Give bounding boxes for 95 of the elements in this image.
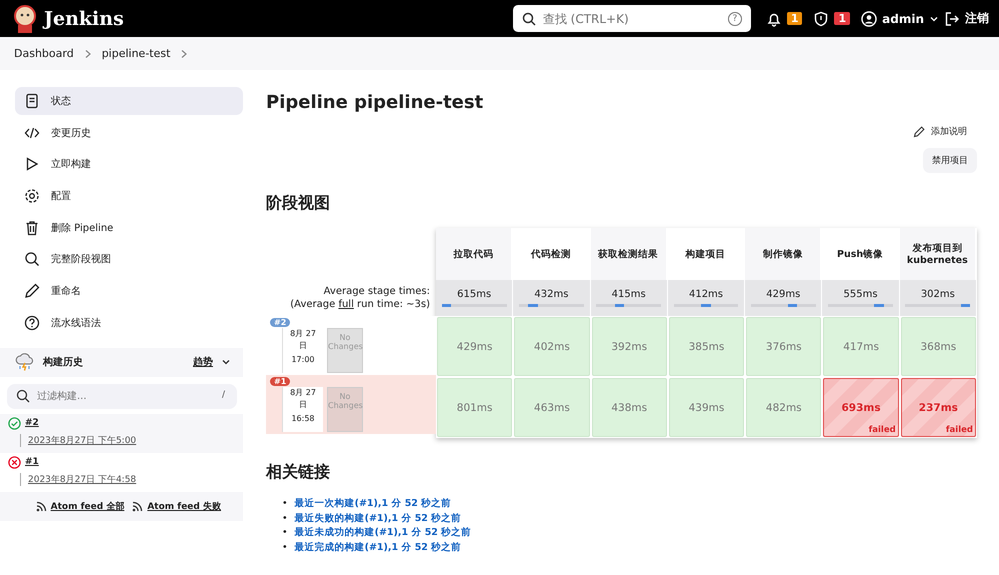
related-link[interactable]: 最近一次构建(#1),1 分 52 秒之前 [294, 497, 452, 512]
sidebar-item[interactable]: 配置 [15, 182, 243, 210]
changes-box: No Changes [327, 387, 363, 432]
logout-icon [944, 10, 960, 26]
stage-result-cell[interactable]: 429ms [437, 317, 512, 376]
run-number-badge[interactable]: #1 [270, 377, 290, 386]
sidebar-item[interactable]: 状态 [15, 87, 243, 115]
stage-result-cell[interactable]: 438ms [592, 378, 667, 437]
stage-header: 制作镜像 [745, 228, 822, 280]
brand-name[interactable]: Jenkins [44, 8, 124, 30]
security-count: 1 [834, 12, 850, 25]
logout-link[interactable]: 注销 [965, 10, 989, 27]
notification-count: 1 [786, 12, 802, 25]
bullet: • [282, 526, 288, 540]
stage-average-cell: 302ms [900, 280, 977, 316]
stage-result-cell[interactable]: 801ms [437, 378, 512, 437]
run-date: 日 [299, 340, 307, 351]
page-title: Pipeline pipeline-test [266, 92, 484, 113]
stage-average-cell: 415ms [590, 280, 668, 316]
sidebar-item[interactable]: 变更历史 [15, 118, 243, 147]
run-time: 17:00 [291, 355, 315, 364]
build-number-link[interactable]: #1 [25, 457, 39, 468]
bullet: • [282, 497, 288, 511]
build-date-link[interactable]: 2023年8月27日 下午5:00 [20, 434, 136, 447]
sidebar-item[interactable]: 流水线语法 [15, 308, 243, 337]
stage-result-cell[interactable]: 463ms [514, 378, 590, 437]
user-menu[interactable]: admin [882, 12, 924, 26]
stage-average-cell: 412ms [668, 280, 746, 316]
sidebar-item[interactable]: 完整阶段视图 [15, 245, 243, 274]
stage-result-cell[interactable]: 402ms [514, 317, 590, 376]
stage-average-cell: 615ms [436, 280, 514, 316]
stage-result-cell[interactable]: 439ms [668, 378, 744, 437]
stage-header: 发布项目到 kubernetes [900, 228, 977, 280]
section-title: 阶段视图 [266, 193, 331, 214]
stage-result-cell[interactable]: 376ms [746, 317, 822, 376]
breadcrumb-link[interactable]: Dashboard [14, 47, 74, 60]
pencil-icon [24, 283, 40, 300]
stage-result-cell[interactable]: 385ms [668, 317, 744, 376]
build-number-link[interactable]: #2 [25, 418, 39, 428]
stage-result-cell[interactable]: 368ms [900, 317, 976, 376]
build-date-link[interactable]: 2023年8月27日 下午4:58 [20, 472, 136, 486]
chevron-right-icon [84, 48, 92, 58]
related-link[interactable]: 最近完成的构建(#1),1 分 52 秒之前 [294, 540, 462, 555]
search-icon [522, 12, 536, 26]
settings-icon [24, 188, 40, 204]
changes-box: No Changes [327, 328, 363, 373]
build-entry[interactable]: #2 2023年8月27日 下午5:00 [0, 414, 243, 453]
failed-tag: failed [868, 425, 896, 435]
run-date: 8月 27 [290, 387, 316, 398]
user-icon [861, 10, 878, 26]
stage-average-cell: 432ms [513, 280, 591, 316]
help-icon[interactable]: ? [728, 12, 742, 26]
shield-icon[interactable] [813, 10, 830, 26]
document-icon [24, 93, 40, 109]
help-icon [24, 314, 40, 331]
cloud-lightning-icon [15, 353, 35, 372]
build-history-title: 构建历史 [43, 356, 84, 370]
stage-result-cell[interactable]: 482ms [746, 378, 822, 437]
section-title: 相关链接 [266, 462, 331, 483]
average-stage-times-label: Average stage times: [324, 286, 430, 297]
average-run-time-label: (Average full run time: ~3s) [290, 299, 430, 310]
sidebar-item[interactable]: 删除 Pipeline [15, 214, 243, 242]
build-entry[interactable]: #1 2023年8月27日 下午4:58 [0, 452, 243, 492]
bullet: • [282, 512, 288, 526]
stage-header: 获取检测结果 [590, 228, 668, 280]
stage-result-cell[interactable]: 392ms [592, 317, 667, 376]
butler-logo-icon[interactable] [12, 4, 38, 32]
bullet: • [282, 540, 288, 554]
rss-icon [132, 500, 144, 512]
stage-average-cell: 555ms [822, 280, 900, 316]
related-link[interactable]: 最近失败的构建(#1),1 分 52 秒之前 [294, 512, 462, 526]
play-icon [24, 156, 40, 172]
trash-icon [24, 220, 40, 236]
disable-project-button[interactable]: 禁用项目 [923, 148, 977, 173]
sidebar-item[interactable]: 立即构建 [15, 150, 243, 178]
stage-average-cell: 429ms [745, 280, 822, 316]
add-description-link[interactable]: 添加说明 [931, 125, 967, 138]
run-date: 日 [299, 399, 307, 410]
search-icon [16, 389, 30, 404]
atom-feed-link[interactable]: Atom feed 失败 [147, 500, 221, 513]
stage-header: 拉取代码 [436, 228, 514, 280]
rss-icon [36, 500, 47, 512]
atom-feed-link[interactable]: Atom feed 全部 [50, 500, 124, 513]
pencil-icon [913, 126, 925, 138]
run-date: 8月 27 [290, 328, 316, 339]
stage-result-cell[interactable]: 417ms [823, 317, 899, 376]
sidebar-item[interactable]: 重命名 [15, 277, 243, 306]
trend-link[interactable]: 趋势 [193, 355, 213, 370]
breadcrumb-link[interactable]: pipeline-test [102, 47, 170, 60]
shortcut-hint: / [222, 390, 225, 400]
run-time: 16:58 [291, 414, 315, 423]
chevron-right-icon [180, 48, 188, 58]
failed-tag: failed [946, 425, 973, 435]
search-icon [24, 251, 40, 268]
related-link[interactable]: 最近未成功的构建(#1),1 分 52 秒之前 [294, 526, 472, 540]
